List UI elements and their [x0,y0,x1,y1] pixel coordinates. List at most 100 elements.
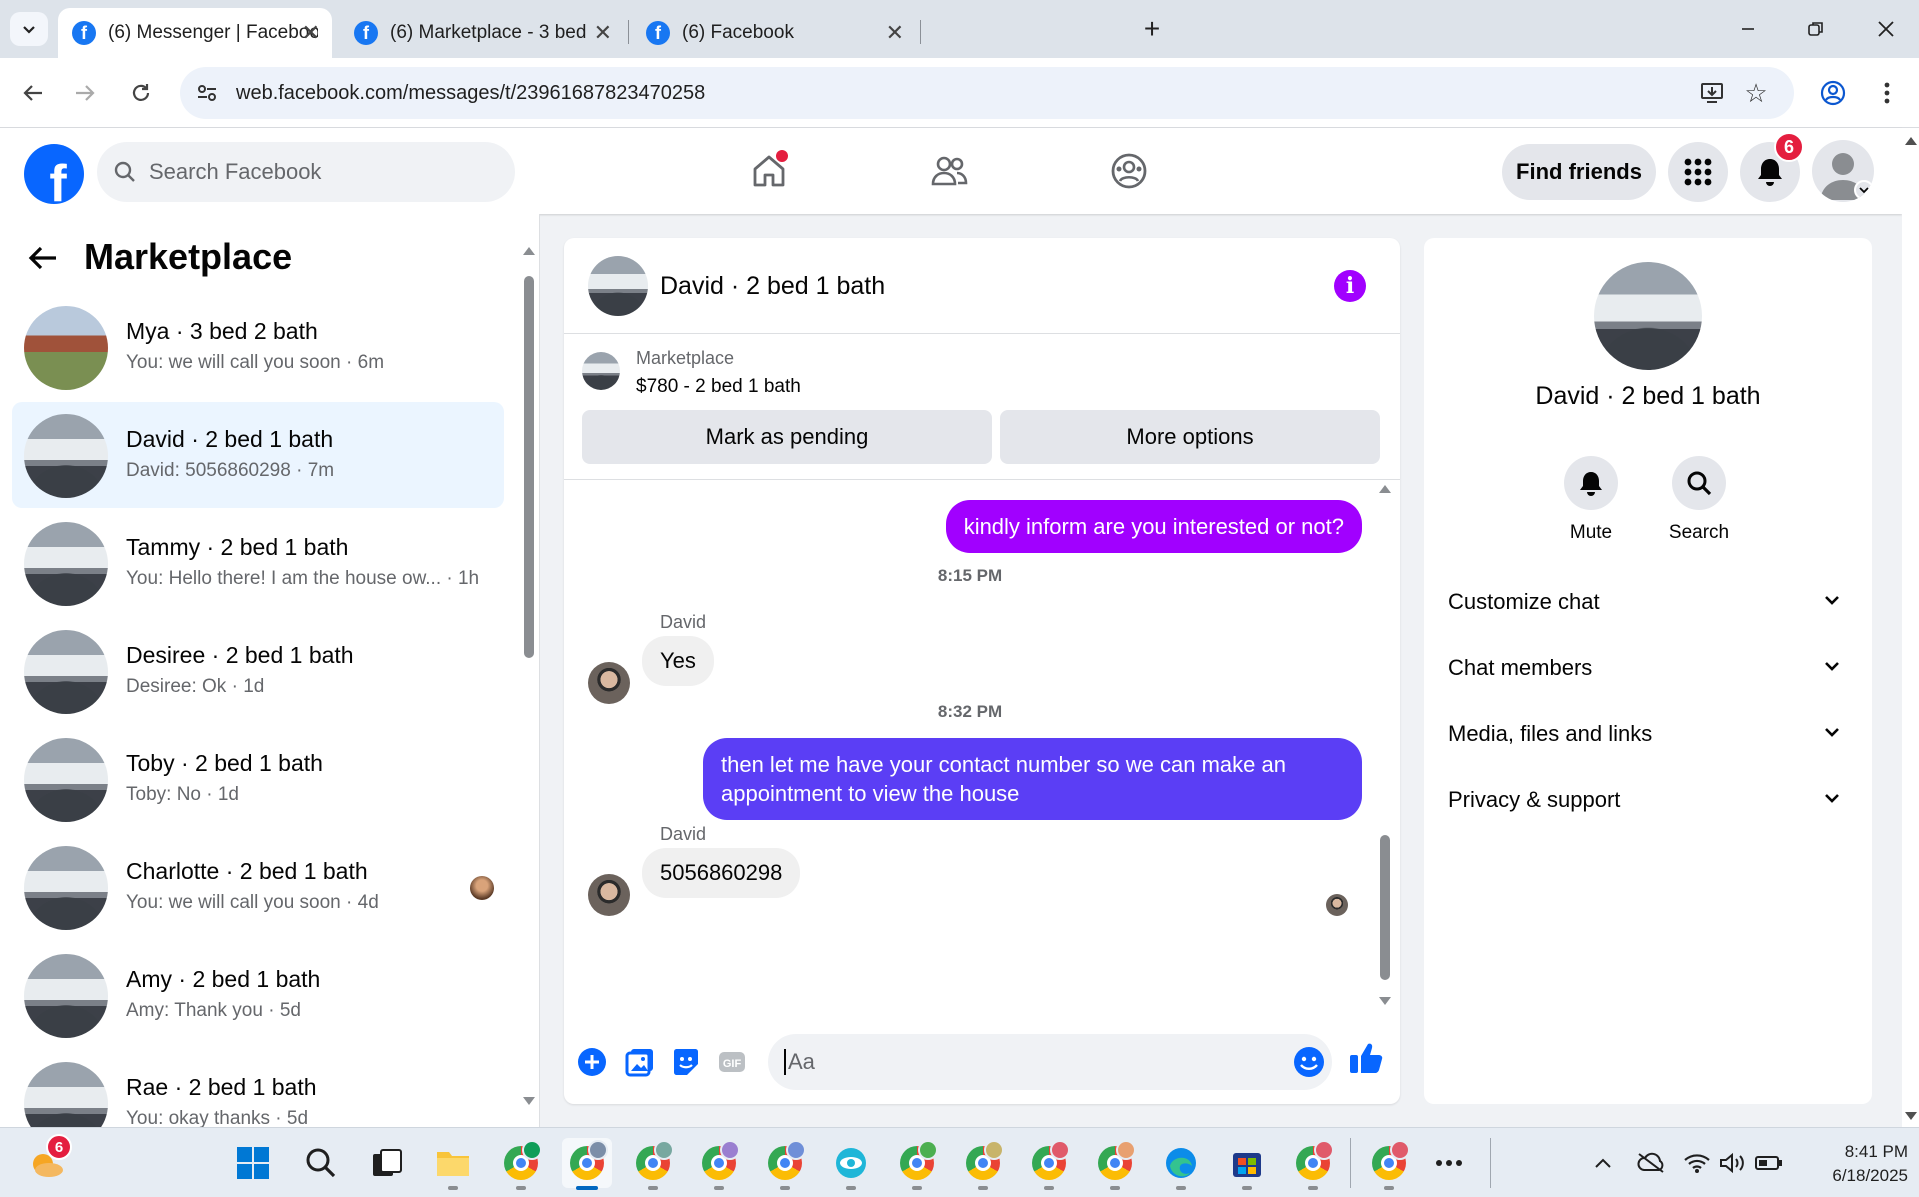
install-app-icon[interactable] [1692,67,1732,119]
chrome-profile-button[interactable] [628,1138,678,1190]
chrome-profile-button[interactable] [892,1138,942,1190]
chrome-profile-button[interactable] [958,1138,1008,1190]
mark-as-pending-button[interactable]: Mark as pending [582,410,992,464]
listing-thumbnail[interactable] [582,352,620,390]
eye-app-button[interactable] [826,1138,876,1190]
nav-friends[interactable] [894,140,1004,202]
more-options-button[interactable]: More options [1000,410,1380,464]
conversation-item[interactable]: Tammy · 2 bed 1 bath You: Hello there! I … [12,510,504,616]
attach-photo-icon[interactable] [622,1044,658,1080]
back-button[interactable] [12,72,54,114]
store-button[interactable] [1222,1138,1272,1190]
scrollbar-thumb[interactable] [524,276,534,658]
task-view-icon [373,1149,402,1176]
tab-messenger[interactable]: f (6) Messenger | Facebook ✕ [58,8,332,58]
message-composer: GIF [564,1020,1400,1104]
nav-groups[interactable] [1074,140,1184,202]
forward-button[interactable] [64,72,106,114]
profile-button[interactable] [1812,72,1854,114]
emoji-icon[interactable] [1292,1045,1326,1084]
sender-avatar[interactable] [588,874,630,916]
listing-price[interactable]: $780 - 2 bed 1 bath [636,376,801,398]
task-view-button[interactable] [362,1138,412,1188]
close-tab-icon[interactable]: ✕ [594,20,612,46]
chat-list-scrollbar[interactable] [522,246,535,1106]
outgoing-message[interactable]: then let me have your contact number so … [703,738,1362,820]
tab-marketplace[interactable]: f (6) Marketplace - 3 bed 2 bath | ✕ [340,8,624,58]
conversation-item[interactable]: Mya · 3 bed 2 bath You: we will call you … [12,294,504,400]
show-hidden-icons-button[interactable] [1578,1138,1628,1188]
more-apps-button[interactable] [1424,1138,1474,1188]
site-settings-icon[interactable] [196,82,218,104]
sticker-icon[interactable] [668,1044,704,1080]
address-bar[interactable]: web.facebook.com/messages/t/239616878234… [180,67,1794,119]
battery-icon[interactable] [1746,1138,1792,1188]
menu-button[interactable] [1668,142,1728,202]
incoming-message[interactable]: Yes [642,636,714,686]
account-avatar[interactable] [1812,140,1874,202]
conversation-item[interactable]: Toby · 2 bed 1 bath Toby: No · 1d [12,726,504,832]
facebook-search-input[interactable] [149,159,479,185]
profile-avatar-icon [1050,1140,1070,1160]
restore-button[interactable] [1794,12,1838,46]
chat-title[interactable]: David · 2 bed 1 bath [660,272,885,301]
more-actions-icon[interactable] [574,1044,610,1080]
tab-facebook[interactable]: f (6) Facebook ✕ [632,8,916,58]
conversation-item[interactable]: Amy · 2 bed 1 bath Amy: Thank you · 5d [12,942,504,1048]
sender-avatar[interactable] [588,662,630,704]
tab-search-button[interactable] [10,12,48,46]
nav-home[interactable] [714,140,824,202]
conversation-item[interactable]: Charlotte · 2 bed 1 bath You: we will cal… [12,834,504,940]
close-tab-icon[interactable]: ✕ [886,20,904,46]
privacy-support-section[interactable]: Privacy & support [1436,770,1860,830]
conversation-item[interactable]: Rae · 2 bed 1 bath You: okay thanks · 5d [12,1050,504,1127]
chrome-profile-button[interactable] [760,1138,810,1190]
browser-menu-button[interactable] [1866,72,1908,114]
file-explorer-button[interactable] [428,1138,478,1190]
outgoing-message[interactable]: kindly inform are you interested or not? [945,500,1362,553]
page-scrollbar[interactable] [1902,128,1919,1127]
like-thumbs-up-icon[interactable] [1348,1040,1384,1076]
onedrive-status-icon[interactable] [1628,1138,1674,1188]
gif-icon[interactable]: GIF [714,1044,750,1080]
info-icon[interactable]: i [1334,270,1366,302]
chrome-profile-button[interactable] [1090,1138,1140,1190]
minimize-button[interactable] [1726,12,1770,46]
find-friends-button[interactable]: Find friends [1502,144,1656,200]
close-window-button[interactable] [1864,12,1908,46]
customize-chat-section[interactable]: Customize chat [1436,572,1860,632]
chrome-profile-button[interactable] [694,1138,744,1190]
conversation-item[interactable]: David · 2 bed 1 bath David: 5056860298 · … [12,402,504,508]
back-arrow-icon[interactable] [28,242,58,279]
taskbar-search-button[interactable] [296,1138,346,1188]
chat-scrollbar[interactable] [1378,480,1392,1020]
reload-button[interactable] [120,72,162,114]
chat-members-section[interactable]: Chat members [1436,638,1860,698]
message-input[interactable] [768,1034,1332,1090]
start-button[interactable] [228,1138,278,1188]
chrome-profile-button[interactable] [1024,1138,1074,1190]
facebook-search[interactable] [97,142,515,202]
notifications-button[interactable]: 6 [1740,132,1804,202]
chrome-profile-button[interactable] [1288,1138,1338,1190]
search-in-chat-button[interactable]: Search [1654,456,1744,544]
mute-button[interactable]: Mute [1546,456,1636,544]
weather-widget[interactable]: 6 [22,1134,72,1188]
facebook-logo[interactable]: f [24,144,84,204]
edge-button[interactable] [1156,1138,1206,1190]
chrome-profile-button[interactable] [496,1138,546,1190]
message-text-field[interactable] [784,1049,1264,1075]
contact-avatar[interactable] [1594,262,1702,370]
panel-title: Marketplace [84,236,293,277]
scrollbar-thumb[interactable] [1380,835,1390,980]
system-clock[interactable]: 8:41 PM 6/18/2025 [1790,1140,1908,1188]
close-tab-icon[interactable]: ✕ [302,20,320,46]
bookmark-star-icon[interactable]: ☆ [1736,67,1776,119]
new-tab-button[interactable]: + [1130,12,1174,46]
chrome-profile-button[interactable] [562,1138,612,1190]
chat-avatar[interactable] [588,256,648,316]
media-files-links-section[interactable]: Media, files and links [1436,704,1860,764]
chrome-profile-button[interactable] [1364,1138,1414,1190]
conversation-item[interactable]: Desiree · 2 bed 1 bath Desiree: Ok · 1d [12,618,504,724]
incoming-message[interactable]: 5056860298 [642,848,801,898]
